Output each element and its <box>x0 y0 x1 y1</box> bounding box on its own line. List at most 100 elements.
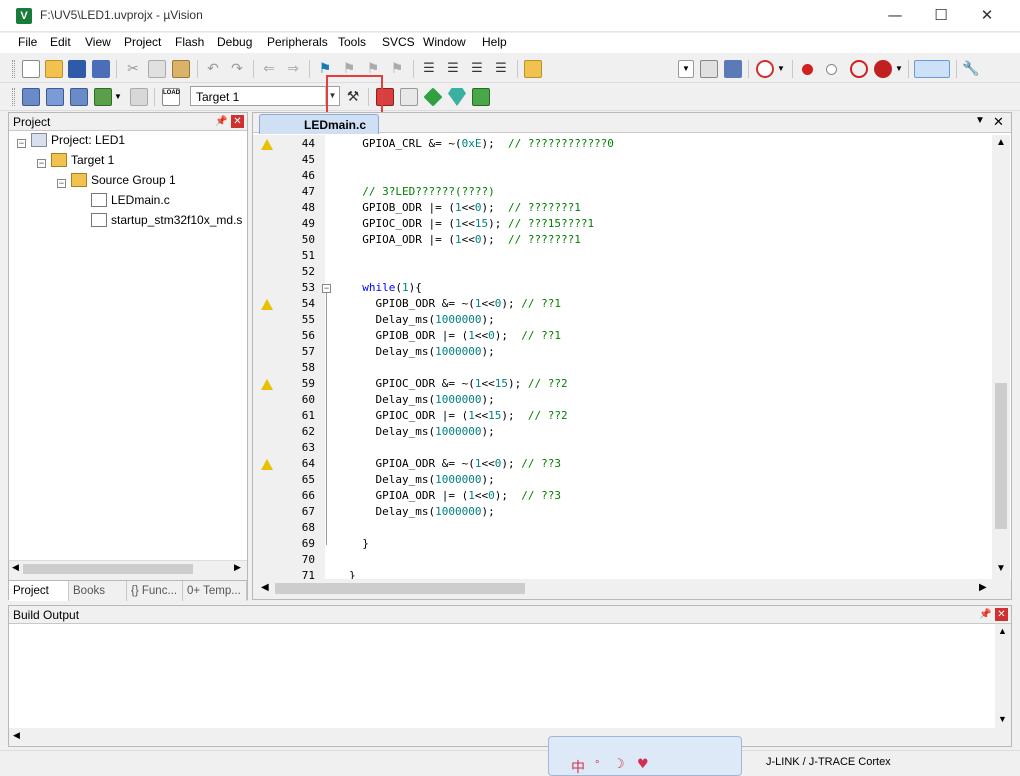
menu-peripherals[interactable]: Peripherals <box>267 35 328 49</box>
tab-functions[interactable]: {} Func... <box>127 581 183 601</box>
indent-icon[interactable]: ☰ <box>420 60 438 78</box>
manage-multi-project-icon[interactable] <box>400 88 418 106</box>
close-tab-icon[interactable]: ✕ <box>993 114 1004 130</box>
tab-project[interactable]: Project <box>9 581 69 601</box>
warning-icon[interactable] <box>261 299 273 310</box>
code-area[interactable]: GPIOA_CRL &= ~(0xE); // ????????????0 //… <box>333 135 988 579</box>
build-output-hscrollbar[interactable]: ◀ <box>9 728 1011 746</box>
debug-session-icon[interactable] <box>756 60 774 78</box>
menu-flash[interactable]: Flash <box>175 35 204 49</box>
scroll-down-icon[interactable]: ▼ <box>996 563 1006 574</box>
disable-breakpoints-icon[interactable] <box>850 60 868 78</box>
close-window-button[interactable]: ✕ <box>964 0 1010 32</box>
menu-tools[interactable]: Tools <box>338 35 366 49</box>
build-icon[interactable] <box>46 88 64 106</box>
clear-bookmarks-icon[interactable]: ⚑ <box>388 60 406 78</box>
find-icon[interactable] <box>700 60 718 78</box>
prev-bookmark-icon[interactable]: ⚑ <box>340 60 358 78</box>
menu-svcs[interactable]: SVCS <box>382 35 415 49</box>
pin-icon[interactable]: 📌 <box>215 116 227 127</box>
find-combo-dropdown[interactable]: ▼ <box>678 60 694 78</box>
toolbar-grip[interactable] <box>12 60 15 78</box>
minimize-button[interactable]: — <box>872 0 918 32</box>
rebuild-icon[interactable] <box>70 88 88 106</box>
window-layout-icon[interactable] <box>914 60 950 78</box>
scroll-up-icon[interactable]: ▲ <box>996 137 1006 148</box>
cut-icon[interactable]: ✂ <box>124 60 142 78</box>
tab-books[interactable]: Books <box>69 581 127 601</box>
select-software-packs-icon[interactable] <box>448 88 466 106</box>
breakpoint-dropdown-icon[interactable]: ▼ <box>894 60 904 78</box>
ime-punct-icon[interactable]: ° <box>595 759 599 771</box>
next-bookmark-icon[interactable]: ⚑ <box>364 60 382 78</box>
maximize-button[interactable]: ☐ <box>918 0 964 32</box>
manage-project-items-icon[interactable] <box>376 88 394 106</box>
copy-icon[interactable] <box>148 60 166 78</box>
batch-build-dropdown-icon[interactable]: ▼ <box>113 88 123 106</box>
collapse-icon[interactable]: − <box>17 139 26 148</box>
build-output-scrollbar[interactable]: ▲ ▼ <box>995 624 1011 728</box>
tree-item-source-group[interactable]: Source Group 1 <box>71 173 176 191</box>
build-output-text[interactable] <box>9 624 1011 728</box>
save-all-icon[interactable] <box>92 60 110 78</box>
paste-icon[interactable] <box>172 60 190 78</box>
scroll-left-icon[interactable]: ◀ <box>261 582 269 593</box>
editor-vertical-scrollbar[interactable]: ▲ ▼ <box>992 135 1010 579</box>
scroll-down-icon[interactable]: ▼ <box>998 714 1007 724</box>
new-file-icon[interactable] <box>22 60 40 78</box>
scroll-thumb[interactable] <box>275 583 525 594</box>
menu-window[interactable]: Window <box>423 35 466 49</box>
configure-wrench-icon[interactable]: 🔧 <box>962 60 980 78</box>
tree-item-target[interactable]: Target 1 <box>51 153 114 171</box>
insert-breakpoint-icon[interactable] <box>802 64 813 75</box>
save-icon[interactable] <box>68 60 86 78</box>
scroll-right-icon[interactable]: ▶ <box>979 582 987 593</box>
unindent-icon[interactable]: ☰ <box>444 60 462 78</box>
ime-halfwidth-icon[interactable]: ☽ <box>613 757 625 772</box>
scroll-left-icon[interactable]: ◀ <box>13 730 20 741</box>
tree-item-file[interactable]: startup_stm32f10x_md.s <box>91 213 242 231</box>
debug-dropdown-icon[interactable]: ▼ <box>776 60 786 78</box>
menu-edit[interactable]: Edit <box>50 35 71 49</box>
warning-icon[interactable] <box>261 459 273 470</box>
toolbar-grip[interactable] <box>12 88 15 106</box>
chevron-down-icon[interactable]: ▼ <box>325 87 339 105</box>
pin-icon[interactable]: 📌 <box>979 609 991 620</box>
navigate-back-icon[interactable]: ⇐ <box>260 60 278 78</box>
editor-horizontal-scrollbar[interactable]: ◀ ▶ <box>253 579 1011 599</box>
kill-breakpoints-icon[interactable] <box>874 60 892 78</box>
bookmark-icon[interactable]: ⚑ <box>316 60 334 78</box>
ime-toolbar[interactable]: 中 ° ☽ ♥ <box>548 736 742 776</box>
close-panel-icon[interactable]: ✕ <box>995 608 1008 621</box>
menu-help[interactable]: Help <box>482 35 507 49</box>
navigate-forward-icon[interactable]: ⇒ <box>284 60 302 78</box>
translate-icon[interactable] <box>22 88 40 106</box>
target-select[interactable]: Target 1 ▼ <box>190 86 340 106</box>
warning-icon[interactable] <box>261 379 273 390</box>
fold-collapse-icon[interactable]: − <box>322 284 331 293</box>
manage-run-time-environment-icon[interactable] <box>423 87 443 107</box>
comment-icon[interactable]: ☰ <box>468 60 486 78</box>
tab-list-dropdown-icon[interactable]: ▼ <box>975 115 985 126</box>
options-for-target-icon[interactable]: ⚒ <box>344 88 362 106</box>
incremental-find-icon[interactable] <box>724 60 742 78</box>
redo-icon[interactable]: ↷ <box>228 60 246 78</box>
undo-icon[interactable]: ↶ <box>204 60 222 78</box>
pack-installer-icon[interactable] <box>472 88 490 106</box>
scroll-right-icon[interactable]: ▶ <box>234 562 241 573</box>
collapse-icon[interactable]: − <box>57 179 66 188</box>
tree-horizontal-scrollbar[interactable]: ◀ ▶ <box>9 560 247 577</box>
menu-file[interactable]: File <box>18 35 37 49</box>
scroll-up-icon[interactable]: ▲ <box>998 626 1007 636</box>
scroll-thumb[interactable] <box>23 564 193 574</box>
tab-ledmain-c[interactable]: LEDmain.c <box>259 114 379 134</box>
menu-debug[interactable]: Debug <box>217 35 252 49</box>
download-load-icon[interactable]: LOAD <box>162 88 180 106</box>
batch-build-icon[interactable] <box>94 88 112 106</box>
stop-build-icon[interactable] <box>130 88 148 106</box>
find-in-files-icon[interactable] <box>524 60 542 78</box>
collapse-icon[interactable]: − <box>37 159 46 168</box>
menu-project[interactable]: Project <box>124 35 161 49</box>
close-panel-icon[interactable]: ✕ <box>231 115 244 128</box>
uncomment-icon[interactable]: ☰ <box>492 60 510 78</box>
